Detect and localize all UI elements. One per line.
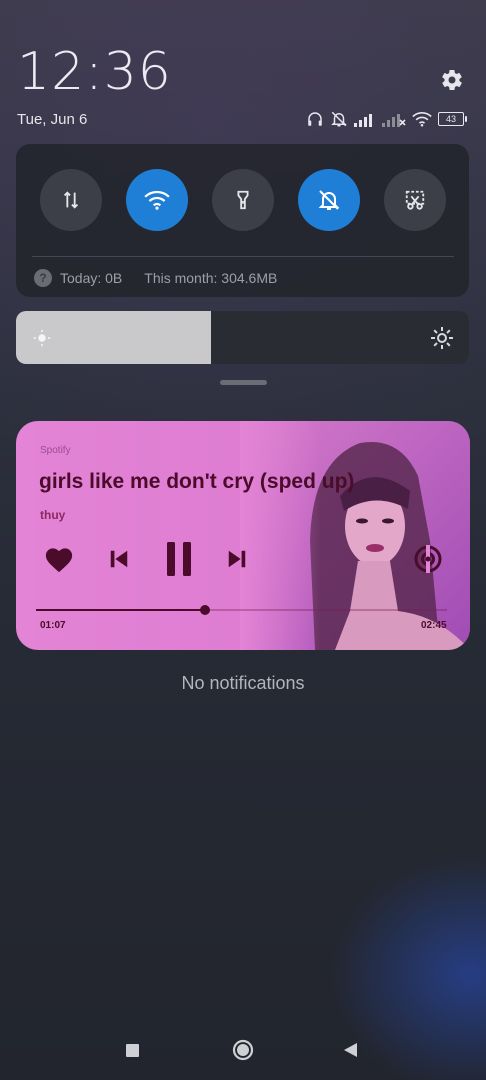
- skip-previous-icon: [110, 550, 128, 568]
- progress-knob[interactable]: [199, 605, 210, 615]
- skip-next-icon: [228, 550, 246, 568]
- pause-button[interactable]: [160, 540, 198, 578]
- media-player-card[interactable]: [16, 421, 470, 650]
- back-button[interactable]: [343, 1042, 359, 1058]
- battery-icon: 43: [438, 112, 467, 126]
- progress-bar[interactable]: [36, 609, 447, 611]
- current-time: 01:07: [40, 620, 66, 631]
- speaker-connect-icon: [414, 545, 442, 573]
- data-arrows-icon: [63, 191, 79, 209]
- scissors-icon: [405, 190, 425, 210]
- media-app-name: Spotify: [40, 445, 71, 456]
- brightness-high-icon: [430, 326, 454, 350]
- usage-today: Today: 0B: [60, 270, 123, 286]
- home-button[interactable]: [232, 1039, 254, 1061]
- bell-off-icon: [318, 190, 340, 210]
- signal-icon: [354, 114, 372, 127]
- back-triangle-icon: [344, 1043, 357, 1057]
- bell-off-icon: [331, 111, 347, 127]
- tile-flashlight[interactable]: [212, 169, 274, 231]
- tile-screenshot[interactable]: [384, 169, 446, 231]
- progress-fill: [36, 609, 205, 611]
- album-art-image: [240, 421, 470, 650]
- help-icon: ?: [34, 269, 52, 287]
- total-time: 02:45: [421, 620, 447, 631]
- divider: [32, 256, 454, 257]
- connect-device-button[interactable]: [411, 542, 445, 576]
- brightness-low-icon: [33, 329, 51, 347]
- settings-gear-icon[interactable]: [440, 68, 464, 92]
- data-usage[interactable]: ? Today: 0B This month: 304.6MB: [34, 268, 277, 288]
- tile-mobile-data[interactable]: [40, 169, 102, 231]
- flashlight-icon: [237, 190, 249, 210]
- headphones-icon: [308, 112, 322, 126]
- status-icons: 43: [306, 108, 468, 130]
- clock[interactable]: 12:36: [17, 46, 172, 98]
- quick-settings-tiles: [40, 169, 446, 231]
- pause-icon: [167, 542, 191, 576]
- panel-drag-handle[interactable]: [220, 380, 267, 385]
- track-artist: thuy: [40, 508, 66, 522]
- tile-wifi[interactable]: [126, 169, 188, 231]
- like-button[interactable]: [42, 542, 76, 576]
- brightness-slider[interactable]: [16, 311, 469, 364]
- date[interactable]: Tue, Jun 6: [17, 111, 87, 128]
- heart-icon: [45, 548, 73, 573]
- wifi-icon: [144, 190, 170, 210]
- home-circle-icon: [232, 1039, 254, 1061]
- no-notifications-text: No notifications: [181, 673, 305, 693]
- next-button[interactable]: [224, 546, 250, 572]
- previous-button[interactable]: [106, 546, 132, 572]
- tile-mute[interactable]: [298, 169, 360, 231]
- wifi-icon: [412, 112, 432, 127]
- signal-no-service-icon: [382, 114, 406, 127]
- recent-apps-button[interactable]: [126, 1044, 139, 1057]
- track-title: girls like me don't cry (sped up): [39, 470, 355, 493]
- usage-month: This month: 304.6MB: [144, 270, 278, 286]
